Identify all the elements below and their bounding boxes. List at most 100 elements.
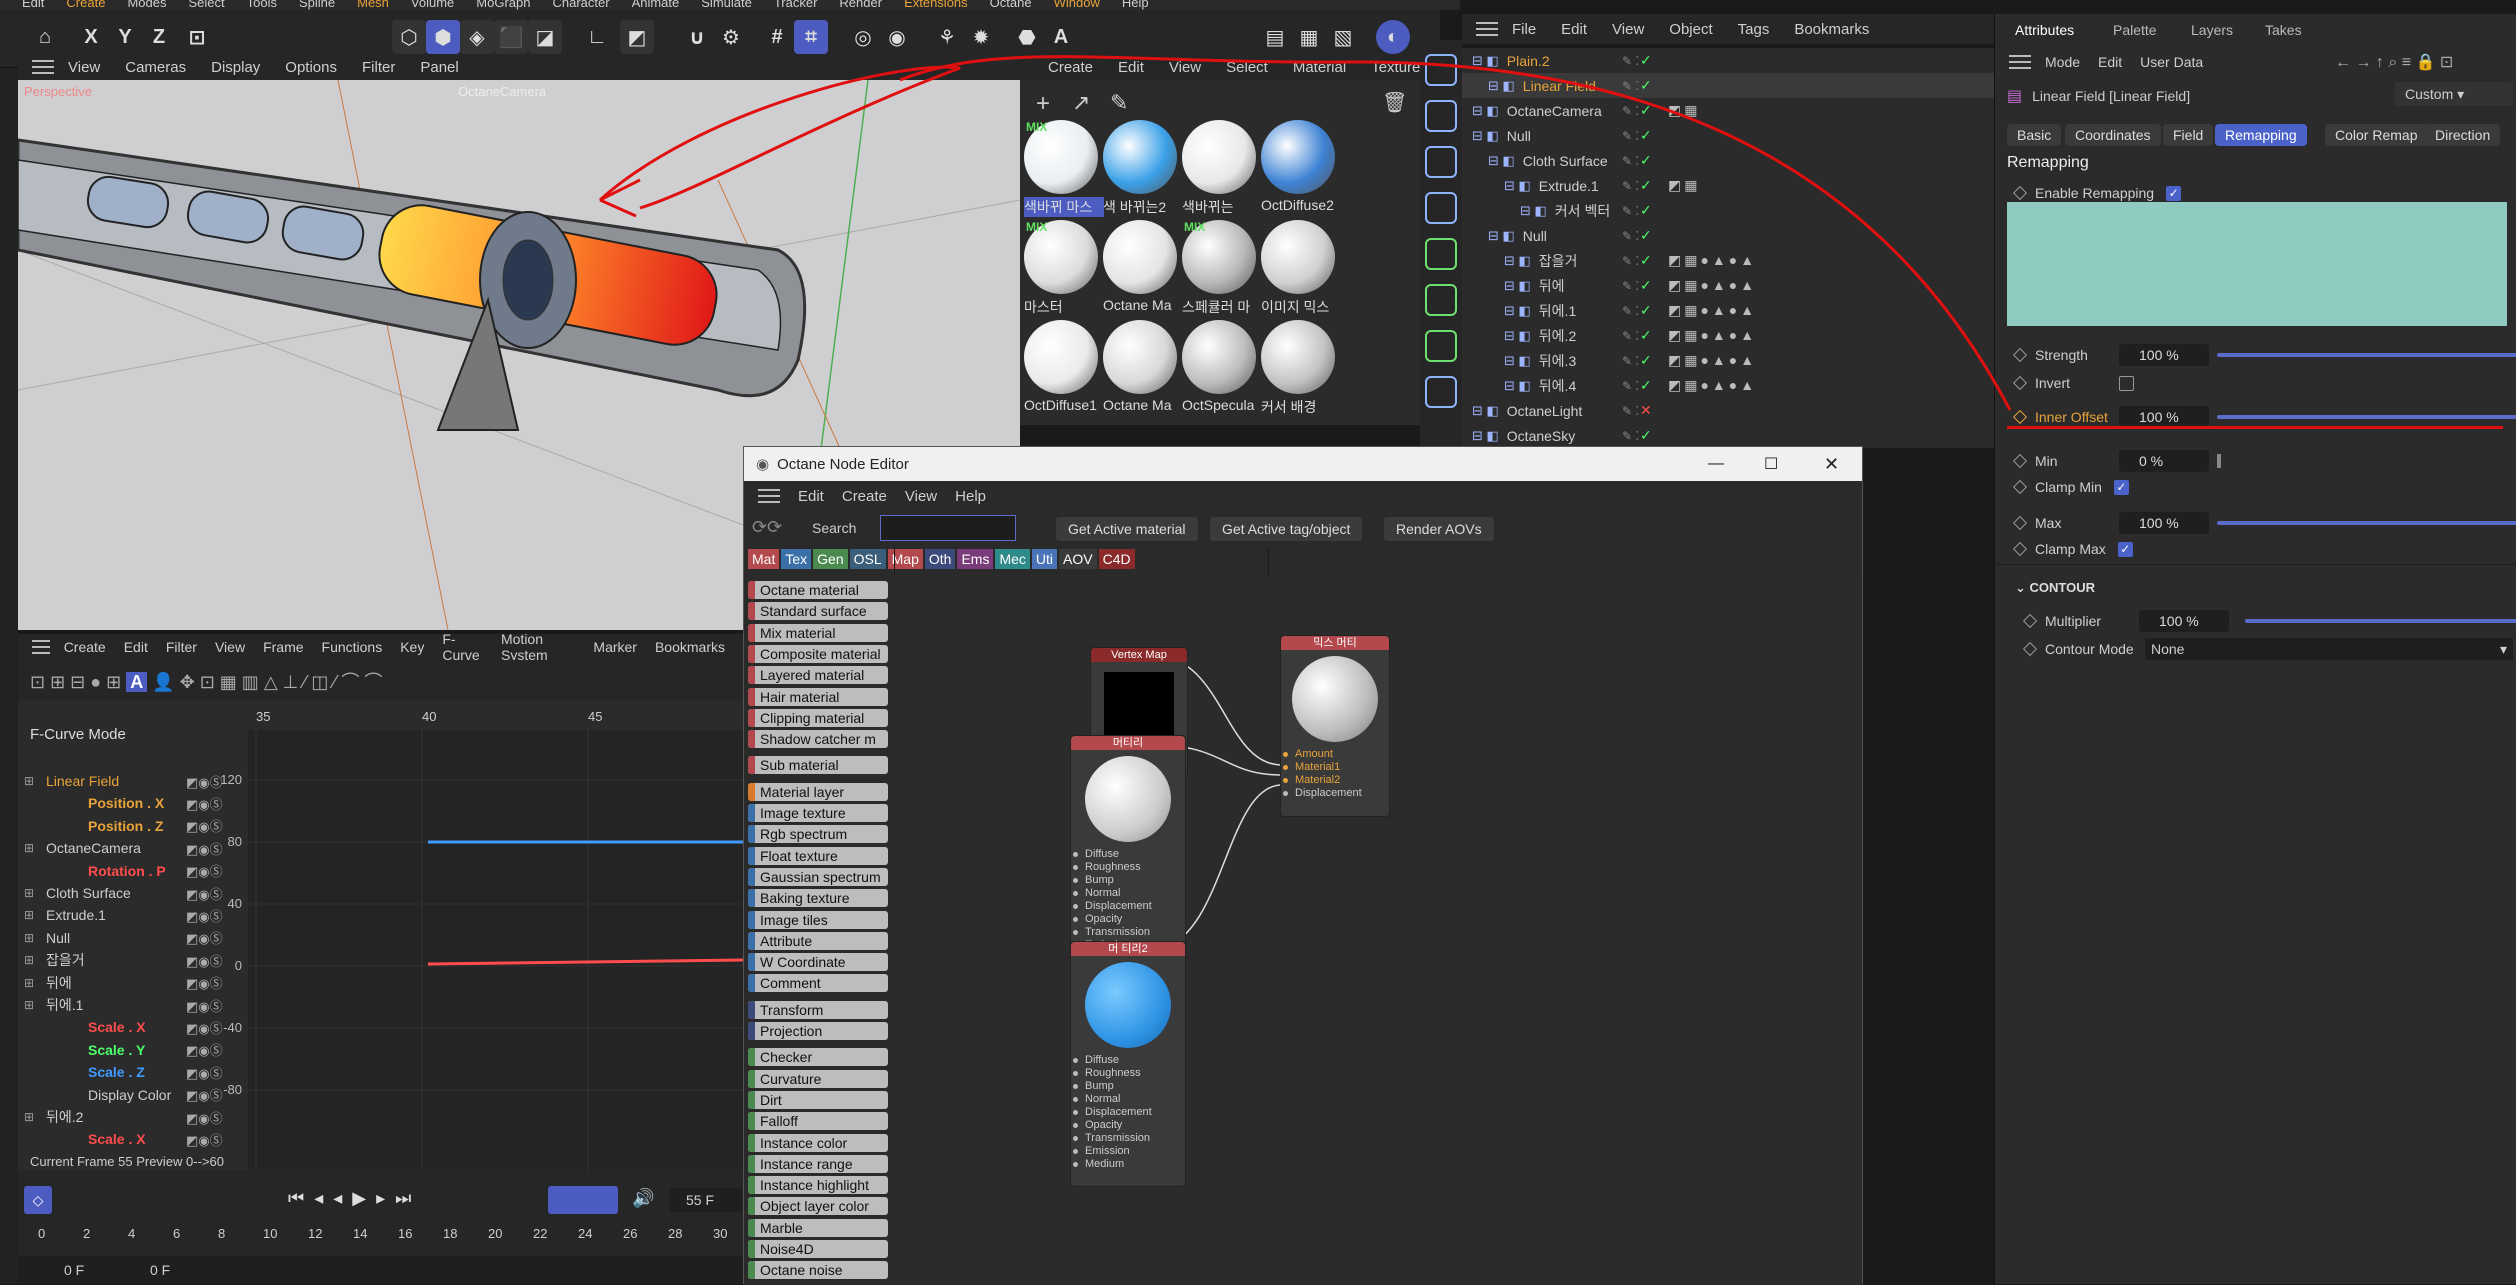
material-input-pin[interactable]: Roughness [1071,861,1185,874]
top-menu-item[interactable]: MoGraph [476,0,530,9]
mix-material-node[interactable]: 믹스 머티 Amount Material1 Material2 Displaceme… [1280,635,1390,817]
viewport-menu-filter[interactable]: Filter [362,59,395,76]
timeline-track[interactable]: Position . X ◩◉Ⓢ [18,792,248,814]
visibility-dots-icon[interactable]: ✎ ⁚ [1622,379,1639,393]
minimize-icon[interactable]: — [1708,455,1724,473]
top-menu-item[interactable]: Volume [411,0,454,9]
keyframe-icon[interactable] [2012,541,2028,557]
material-swatch[interactable]: 색 바뀌는2 [1103,120,1177,220]
clapper-icon[interactable]: ▤ [1258,20,1292,54]
timeline-menu-item[interactable]: Key [400,639,424,655]
node-list-item[interactable]: Standard surface [748,602,888,621]
points-mode-icon[interactable]: ⬡ [392,20,426,54]
timeline-track[interactable]: Scale . Y ◩◉Ⓢ [18,1039,248,1061]
node-list-item[interactable]: Marble [748,1218,888,1237]
timeline-menu-item[interactable]: Frame [263,639,303,655]
track-name[interactable]: Extrude.1 [46,907,196,923]
enabled-check-icon[interactable]: ✓ [1640,252,1652,269]
text-icon[interactable]: A [1044,20,1078,54]
grid-icon[interactable]: # [760,20,794,54]
expand-icon[interactable]: ⊞ [24,976,38,990]
material-input-pin[interactable]: Bump [1071,1080,1185,1093]
object-tags-icon[interactable]: ◩▦●▲●▲ [1668,327,1757,344]
enabled-check-icon[interactable]: ✓ [1640,327,1652,344]
mix-input-pin[interactable]: Amount [1281,748,1389,761]
subtab-remapping[interactable]: Remapping [2215,124,2307,146]
top-menu-item[interactable]: Tools [247,0,277,9]
top-menu-item[interactable]: Simulate [701,0,752,9]
node-category-tab[interactable]: AOV [1059,549,1097,569]
timeline-menu-item[interactable]: Functions [322,639,383,655]
render-view-icon[interactable]: ▦ [1292,20,1326,54]
object-row[interactable]: ⊟ ◧ 뒤에.1 ✎ ⁚ ✓ ◩▦●▲●▲ [1462,298,1994,323]
end-frame-field[interactable]: 0 F [150,1262,170,1278]
material-swatch[interactable]: MIX 마스터 [1024,220,1098,320]
visibility-dots-icon[interactable]: ✎ ⁚ [1622,329,1639,343]
node-list-item[interactable]: W Coordinate [748,953,888,972]
timeline-track[interactable]: ⊞ 잡을거 ◩◉Ⓢ [18,949,248,971]
material-input-pin[interactable]: Medium [1071,1158,1185,1171]
object-tags-icon[interactable]: ◩▦ [1668,102,1700,119]
timeline-menu-item[interactable]: Filter [166,639,197,655]
camera-tool-icon[interactable] [1425,54,1457,86]
settings-icon[interactable]: ⚙ [714,20,748,54]
material-swatch[interactable]: OctSpecula [1182,320,1256,420]
snap-icon[interactable]: ∟ [580,20,614,54]
material-input-pin[interactable]: Diffuse [1071,848,1185,861]
node-list-item[interactable]: Attribute [748,931,888,950]
enabled-check-icon[interactable]: ✓ [1640,77,1652,94]
timeline-track[interactable]: Position . Z ◩◉Ⓢ [18,815,248,837]
node-list-item[interactable]: Layered material [748,666,888,685]
object-row[interactable]: ⊟ ◧ OctaneLight ✎ ⁚ ✕ [1462,398,1994,423]
workplane-icon[interactable]: ◩ [620,20,654,54]
cube-tool-icon[interactable] [1425,146,1457,178]
remap-graph[interactable] [2007,202,2507,326]
object-row[interactable]: ⊟ ◧ Null ✎ ⁚ ✓ [1462,223,1994,248]
visibility-dots-icon[interactable]: ✎ ⁚ [1622,254,1639,268]
node-category-tab[interactable]: OSL [849,549,886,569]
viewport-menu-panel[interactable]: Panel [420,59,458,76]
track-name[interactable]: Scale . X [88,1019,198,1035]
keyframe-record-icon[interactable]: ◇ [24,1186,52,1214]
object-row[interactable]: ⊟ ◧ Null ✎ ⁚ ✓ [1462,123,1994,148]
node-list-item[interactable]: Octane noise [748,1261,888,1280]
keyframe-toolbar-icon[interactable]: ⊡ ⊞ ⊟ ● ⊞ A 👤 ✥ ⊡ ▦ ▥ △ ⊥ ⁄ ◫ ⁄ ⌒ ⌒ [30,668,382,694]
menu-icon[interactable] [32,60,54,74]
expand-icon[interactable]: ⊞ [24,953,38,967]
material-input-pin[interactable]: Opacity [1071,913,1185,926]
subtab-direction[interactable]: Direction [2425,124,2501,146]
node-category-tab[interactable]: Oth [924,549,956,569]
octane-icon[interactable]: ◐ [1376,20,1410,54]
top-menu-item[interactable]: Octane [990,0,1032,9]
node-editor-titlebar[interactable]: ◉ Octane Node Editor — ☐ ✕ [744,447,1862,481]
enabled-check-icon[interactable]: ✓ [1640,227,1652,244]
menu-icon[interactable] [2009,55,2031,69]
top-menu-item[interactable]: Animate [632,0,680,9]
material-input-pin[interactable]: Transmission [1071,926,1185,939]
enabled-check-icon[interactable]: ✓ [1640,52,1652,69]
tab-attributes[interactable]: Attributes [2015,22,2074,38]
keyframe-icon[interactable] [2012,347,2028,363]
fcurve-graph[interactable]: 120 80 40 0 -40 -80 [220,730,744,1180]
search-input[interactable] [880,515,1016,541]
subtab-color-remap[interactable]: Color Remap [2325,124,2428,146]
object-tags-icon[interactable]: ◩▦ [1668,177,1700,194]
timeline-track[interactable]: Scale . Z ◩◉Ⓢ [18,1061,248,1083]
timeline-menu-item[interactable]: Bookmarks [655,639,725,655]
material-menu-material[interactable]: Material [1293,59,1346,76]
top-menu-item[interactable]: Edit [22,0,44,9]
axis-x-button[interactable]: X [78,20,104,54]
node-list-item[interactable]: Clipping material [748,708,888,727]
keyframe-icon[interactable] [2012,409,2028,425]
mix-input-pin[interactable]: Displacement [1281,787,1389,800]
visibility-dots-icon[interactable]: ✎ ⁚ [1622,54,1639,68]
object-tags-icon[interactable]: ◩▦●▲●▲ [1668,252,1757,269]
visibility-dots-icon[interactable]: ✎ ⁚ [1622,179,1639,193]
track-name[interactable]: Display Color [88,1087,198,1103]
enabled-check-icon[interactable]: ✓ [1640,352,1652,369]
enabled-check-icon[interactable]: ✓ [1640,102,1652,119]
playback-controls[interactable]: ⏮◂◂▶▸⏭ [288,1188,421,1209]
min-field[interactable]: 0 % [2119,450,2209,472]
deformer-gear-icon[interactable] [1425,330,1457,362]
keyframe-icon[interactable] [2012,375,2028,391]
